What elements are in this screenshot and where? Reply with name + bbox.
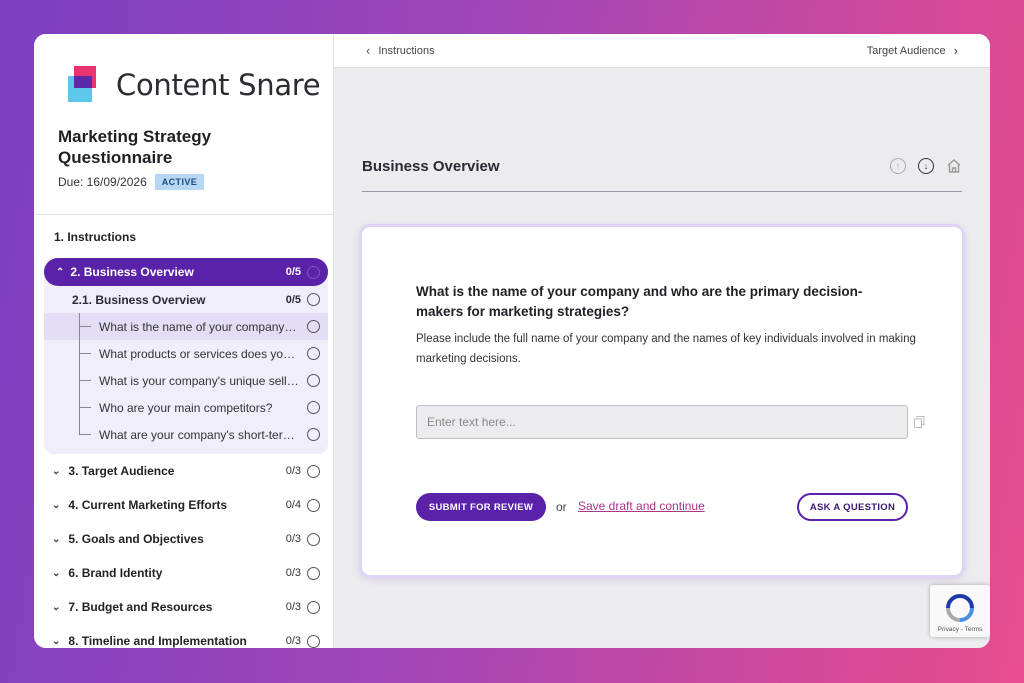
- arrow-up-icon[interactable]: ↑: [890, 158, 906, 174]
- arrow-down-icon[interactable]: ↓: [918, 158, 934, 174]
- section-count: 0/3: [285, 465, 301, 477]
- progress-circle-icon: [307, 566, 320, 580]
- nav-section-active[interactable]: ⌃ 2. Business Overview 0/5: [44, 258, 328, 286]
- section-count: 0/5: [285, 266, 301, 278]
- section-label: 8. Timeline and Implementation: [68, 634, 247, 648]
- chevron-up-icon: ⌃: [56, 266, 65, 278]
- content-snare-logo-icon: [68, 66, 104, 104]
- ask-question-button[interactable]: ASK A QUESTION: [797, 493, 908, 521]
- page-heading: Business Overview: [362, 158, 500, 175]
- nav-question-item[interactable]: What is the name of your company and who…: [44, 313, 328, 340]
- section-label: 2. Business Overview: [70, 265, 194, 279]
- sidebar: Content Snare Marketing Strategy Questio…: [34, 34, 334, 648]
- questionnaire-title: Marketing Strategy Questionnaire: [58, 127, 212, 167]
- subsection-label: 2.1. Business Overview: [72, 292, 206, 307]
- nav-question-item[interactable]: What products or services does your comp…: [44, 340, 328, 367]
- due-row: Due: 16/09/2026 ACTIVE: [58, 174, 205, 190]
- heading-divider: [362, 191, 962, 192]
- progress-circle-icon: [307, 293, 320, 306]
- chevron-down-icon: ⌄: [52, 533, 61, 545]
- brand-name: Content Snare: [116, 68, 321, 102]
- prev-page-label: Instructions: [378, 44, 435, 57]
- nav-question-item[interactable]: Who are your main competitors?: [44, 394, 328, 421]
- recaptcha-icon: [946, 594, 974, 622]
- section-label: 3. Target Audience: [68, 464, 175, 478]
- copy-icon[interactable]: [914, 416, 925, 428]
- question-item-label: What products or services does your comp…: [99, 346, 299, 361]
- chevron-down-icon: ⌄: [52, 567, 61, 579]
- nav-section-timeline[interactable]: ⌄ 8. Timeline and Implementation 0/3: [34, 624, 334, 648]
- question-card: What is the name of your company and who…: [362, 227, 962, 575]
- recaptcha-text: Privacy - Terms: [937, 626, 983, 633]
- submit-for-review-button[interactable]: SUBMIT FOR REVIEW: [416, 493, 546, 521]
- due-date: Due: 16/09/2026: [58, 175, 147, 189]
- nav-question-item[interactable]: What are your company's short-term and l…: [44, 421, 328, 448]
- chevron-down-icon: ⌄: [52, 499, 61, 511]
- progress-circle-icon: [307, 532, 320, 546]
- answer-input[interactable]: [416, 405, 908, 439]
- question-item-label: What is your company's unique selling pr…: [99, 373, 299, 388]
- question-text: What is the name of your company and who…: [416, 284, 863, 319]
- progress-circle-icon: [307, 401, 320, 414]
- progress-circle-icon: [307, 347, 320, 360]
- question-item-label: What is the name of your company and who…: [99, 319, 299, 334]
- progress-circle-icon: [307, 600, 320, 614]
- section-count: 0/3: [285, 635, 301, 647]
- progress-circle-icon: [307, 498, 320, 512]
- recaptcha-badge[interactable]: Privacy - Terms: [930, 585, 990, 637]
- progress-circle-icon: [307, 320, 320, 333]
- sidebar-divider: [34, 214, 334, 215]
- section-count: 0/3: [285, 601, 301, 613]
- nav-section-goals[interactable]: ⌄ 5. Goals and Objectives 0/3: [34, 522, 334, 556]
- progress-circle-icon: [307, 464, 320, 478]
- chevron-left-icon: ‹: [366, 43, 371, 58]
- section-label: 6. Brand Identity: [68, 566, 163, 580]
- section-label: 4. Current Marketing Efforts: [68, 498, 228, 512]
- next-page-label: Target Audience: [866, 44, 946, 57]
- brand: Content Snare: [68, 66, 321, 104]
- section-count: 0/3: [285, 567, 301, 579]
- nav-section-current-marketing[interactable]: ⌄ 4. Current Marketing Efforts 0/4: [34, 488, 334, 522]
- chevron-down-icon: ⌄: [52, 601, 61, 613]
- progress-circle-icon: [307, 428, 320, 441]
- nav-section-budget[interactable]: ⌄ 7. Budget and Resources 0/3: [34, 590, 334, 624]
- progress-circle-icon: [307, 634, 320, 648]
- nav-item-instructions[interactable]: 1. Instructions: [34, 224, 334, 254]
- chevron-down-icon: ⌄: [52, 465, 61, 477]
- question-help-text: Please include the full name of your com…: [416, 333, 916, 365]
- nav-section-brand-identity[interactable]: ⌄ 6. Brand Identity 0/3: [34, 556, 334, 590]
- next-page-link[interactable]: Target Audience ›: [867, 43, 966, 58]
- home-icon[interactable]: [946, 158, 962, 174]
- section-business-overview: ⌃ 2. Business Overview 0/5 2.1. Business…: [44, 258, 328, 454]
- nav-subsection[interactable]: 2.1. Business Overview 0/5: [44, 286, 328, 313]
- section-label: 5. Goals and Objectives: [68, 532, 204, 546]
- main-panel: ‹ Instructions Target Audience › Busines…: [334, 34, 990, 648]
- heading-actions: ↑ ↓: [890, 158, 962, 174]
- page-nav-bar: ‹ Instructions Target Audience ›: [334, 34, 990, 68]
- status-badge: ACTIVE: [154, 174, 205, 190]
- section-count: 0/4: [285, 499, 301, 511]
- or-label: or: [556, 500, 567, 514]
- chevron-down-icon: ⌄: [52, 635, 61, 647]
- section-count: 0/3: [285, 533, 301, 545]
- section-label: 7. Budget and Resources: [68, 600, 213, 614]
- subsection-count: 0/5: [285, 293, 301, 306]
- app-window: Content Snare Marketing Strategy Questio…: [34, 34, 990, 648]
- nav-section-target-audience[interactable]: ⌄ 3. Target Audience 0/3: [34, 454, 334, 488]
- progress-circle-icon: [307, 374, 320, 387]
- question-item-label: What are your company's short-term and l…: [99, 427, 299, 442]
- prev-page-link[interactable]: ‹ Instructions: [358, 43, 435, 58]
- section-nav: 1. Instructions ⌃ 2. Business Overview 0…: [34, 224, 334, 648]
- save-draft-link[interactable]: Save draft and continue: [578, 499, 705, 513]
- nav-question-item[interactable]: What is your company's unique selling pr…: [44, 367, 328, 394]
- progress-circle-icon: [307, 265, 320, 279]
- chevron-right-icon: ›: [953, 43, 958, 58]
- question-item-label: Who are your main competitors?: [99, 400, 273, 415]
